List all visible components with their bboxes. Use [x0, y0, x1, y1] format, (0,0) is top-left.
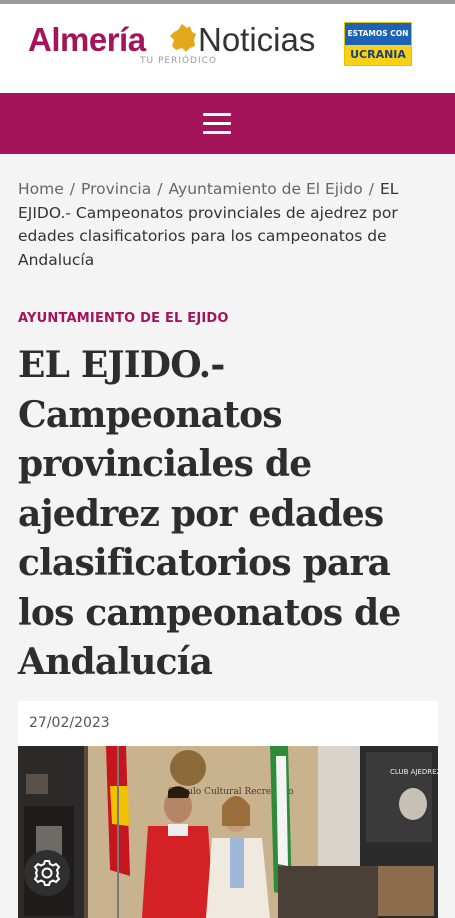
logo-almeria-text: Almería: [28, 21, 146, 58]
almeria-map-icon: [170, 24, 196, 52]
photo-banner-text: CLUB AJEDREZ EJIDO: [390, 768, 438, 776]
breadcrumb: Home / Provincia / Ayuntamiento de El Ejido /…: [18, 178, 438, 272]
breadcrumb-separator: /: [368, 180, 374, 198]
article-category[interactable]: AYUNTAMIENTO DE EL EJIDO: [18, 311, 229, 326]
main-navbar: [0, 93, 455, 154]
breadcrumb-provincia[interactable]: Provincia: [81, 180, 151, 198]
gear-icon-graphic: [33, 860, 61, 886]
article-title: EL EJIDO.- Campeonatos provinciales de a…: [18, 344, 401, 683]
breadcrumb-separator: /: [69, 180, 76, 198]
logo-tagline: TU PERIÓDICO: [140, 56, 218, 66]
article-date: 27/02/2023: [29, 715, 110, 731]
article-meta: 27/02/2023: [18, 701, 438, 746]
ukraine-support-banner[interactable]: ESTAMOS CON UCRANIA: [344, 22, 412, 66]
breadcrumb-separator: /: [157, 180, 163, 198]
site-header: Almería Noticias TU PERIÓDICO ESTAMOS CO…: [0, 4, 455, 93]
article-photo[interactable]: Circulo Cultural Recreativo CLUB AJEDREZ…: [18, 746, 438, 918]
logo-noticias-text: Noticias: [198, 21, 316, 58]
site-logo[interactable]: Almería Noticias TU PERIÓDICO: [28, 20, 328, 72]
breadcrumb-ayuntamiento[interactable]: Ayuntamiento de El Ejido: [168, 180, 362, 198]
banner-bottom-text: UCRANIA: [345, 45, 411, 65]
gear-icon[interactable]: [24, 850, 70, 896]
hamburger-menu-icon[interactable]: [203, 111, 231, 135]
banner-top-text: ESTAMOS CON: [345, 23, 411, 45]
breadcrumb-home[interactable]: Home: [18, 180, 64, 198]
photo-illustration: Circulo Cultural Recreativo CLUB AJEDREZ…: [18, 746, 438, 918]
